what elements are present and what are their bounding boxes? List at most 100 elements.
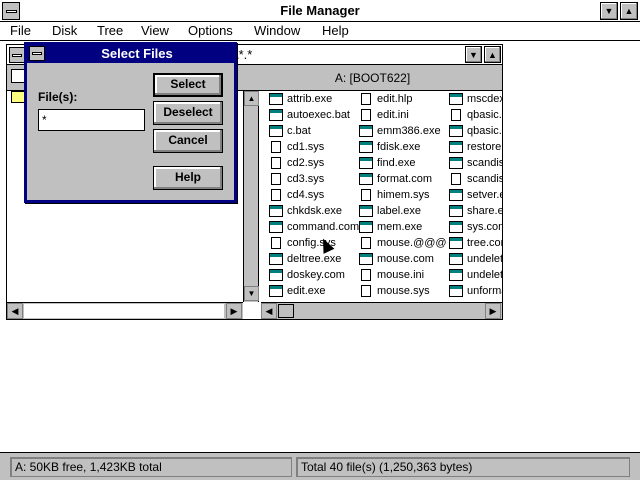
file-name: attrib.exe [287, 93, 333, 105]
file-name: qbasic. [467, 109, 502, 121]
program-file-icon [359, 253, 373, 265]
dialog-titlebar[interactable]: Select Files [27, 45, 234, 63]
file-name: command.com [287, 221, 360, 233]
status-bar: A: 50KB free, 1,423KB total Total 40 fil… [0, 452, 640, 480]
program-file-icon [269, 285, 283, 297]
files-horizontal-scrollbar[interactable]: ◀ ▶ [261, 302, 502, 319]
maximize-button[interactable]: ▲ [620, 2, 638, 20]
menu-disk[interactable]: Disk [52, 23, 77, 38]
program-file-icon [359, 173, 373, 185]
file-name: undelete [467, 253, 502, 265]
file-name: deltree.exe [287, 253, 342, 265]
select-button[interactable]: Select [153, 73, 223, 97]
program-file-icon [449, 189, 463, 201]
drive-label: A: [BOOT622] [334, 71, 411, 85]
file-name: scandis [467, 173, 502, 185]
select-files-dialog[interactable]: Select Files File(s): Select Deselect Ca… [24, 42, 237, 203]
file-name: doskey.com [287, 269, 345, 281]
program-file-icon [449, 285, 463, 297]
program-file-icon [359, 221, 373, 233]
menu-file[interactable]: File [10, 23, 31, 38]
deselect-button[interactable]: Deselect [153, 101, 223, 125]
file-name: label.exe [377, 205, 422, 217]
file-name: cd2.sys [287, 157, 325, 169]
file-name: fdisk.exe [377, 141, 421, 153]
program-file-icon [269, 125, 283, 137]
scroll-left-icon[interactable]: ◀ [7, 303, 23, 319]
app-title: File Manager [280, 3, 360, 18]
files-label: File(s): [38, 90, 78, 104]
app-titlebar[interactable]: File Manager ▼ ▲ [0, 0, 640, 22]
dialog-menu-icon[interactable] [29, 46, 45, 61]
program-file-icon [269, 253, 283, 265]
file-name: find.exe [377, 157, 416, 169]
tree-horizontal-scrollbar[interactable]: ◀ ▶ [7, 302, 243, 319]
document-file-icon [271, 173, 281, 185]
scroll-up-icon[interactable]: ▲ [244, 91, 259, 106]
program-file-icon [269, 93, 283, 105]
file-list-pane[interactable]: attrib.exe autoexec.bat c.bat cd1.sys cd2.sy… [261, 91, 502, 302]
file-name: autoexec.bat [287, 109, 350, 121]
program-file-icon [269, 269, 283, 281]
document-file-icon [361, 189, 371, 201]
menu-view[interactable]: View [141, 23, 169, 38]
file-name: mouse.ini [377, 269, 425, 281]
document-file-icon [271, 237, 281, 249]
program-file-icon [449, 269, 463, 281]
file-name: edit.ini [377, 109, 409, 121]
program-file-icon [449, 157, 463, 169]
document-file-icon [451, 173, 461, 185]
document-file-icon [271, 141, 281, 153]
menu-window[interactable]: Window [254, 23, 300, 38]
file-name: mscdex. [467, 93, 502, 105]
files-input[interactable] [38, 109, 145, 131]
file-name: cd1.sys [287, 141, 325, 153]
file-name: sys.com [467, 221, 502, 233]
file-name: undelete [467, 269, 502, 281]
cancel-button[interactable]: Cancel [153, 129, 223, 153]
file-name: mem.exe [377, 221, 423, 233]
scroll-right-icon[interactable]: ▶ [226, 303, 242, 319]
files-scroll-right-icon[interactable]: ▶ [485, 303, 501, 319]
program-file-icon [359, 157, 373, 169]
document-file-icon [361, 285, 371, 297]
program-file-icon [359, 205, 373, 217]
program-file-icon [449, 125, 463, 137]
disk-status: A: 50KB free, 1,423KB total [10, 457, 292, 477]
file-name: mouse.sys [377, 285, 430, 297]
program-file-icon [269, 109, 283, 121]
file-name: mouse.com [377, 253, 434, 265]
file-name: unforma [467, 285, 502, 297]
program-file-icon [449, 141, 463, 153]
minimize-button[interactable]: ▼ [600, 2, 618, 20]
program-file-icon [359, 125, 373, 137]
scroll-down-icon[interactable]: ▼ [244, 286, 259, 301]
file-name: share.ex [467, 205, 502, 217]
file-name: himem.sys [377, 189, 430, 201]
menu-options[interactable]: Options [188, 23, 233, 38]
dirwin-maximize-button[interactable]: ▲ [484, 46, 501, 63]
document-file-icon [271, 189, 281, 201]
dialog-title: Select Files [101, 46, 173, 61]
file-name: cd4.sys [287, 189, 325, 201]
file-name: scandis [467, 157, 502, 169]
files-scroll-left-icon[interactable]: ◀ [261, 303, 277, 319]
file-name: format.com [377, 173, 433, 185]
file-name: emm386.exe [377, 125, 441, 137]
dirwin-minimize-button[interactable]: ▼ [465, 46, 482, 63]
tree-vertical-scrollbar[interactable]: ▲ ▼ [243, 91, 259, 302]
file-count-status: Total 40 file(s) (1,250,363 bytes) [296, 457, 630, 477]
program-file-icon [269, 221, 283, 233]
help-button[interactable]: Help [153, 166, 223, 190]
file-name: restore.e [467, 141, 502, 153]
program-file-icon [449, 237, 463, 249]
file-name: qbasic.h [467, 125, 502, 137]
file-name: c.bat [287, 125, 311, 137]
program-file-icon [449, 93, 463, 105]
scroll-thumb[interactable] [278, 304, 294, 318]
window-menu-icon[interactable] [9, 47, 25, 63]
menu-tree[interactable]: Tree [97, 23, 123, 38]
file-name: edit.hlp [377, 93, 413, 105]
file-name: chkdsk.exe [287, 205, 343, 217]
menu-help[interactable]: Help [322, 23, 349, 38]
